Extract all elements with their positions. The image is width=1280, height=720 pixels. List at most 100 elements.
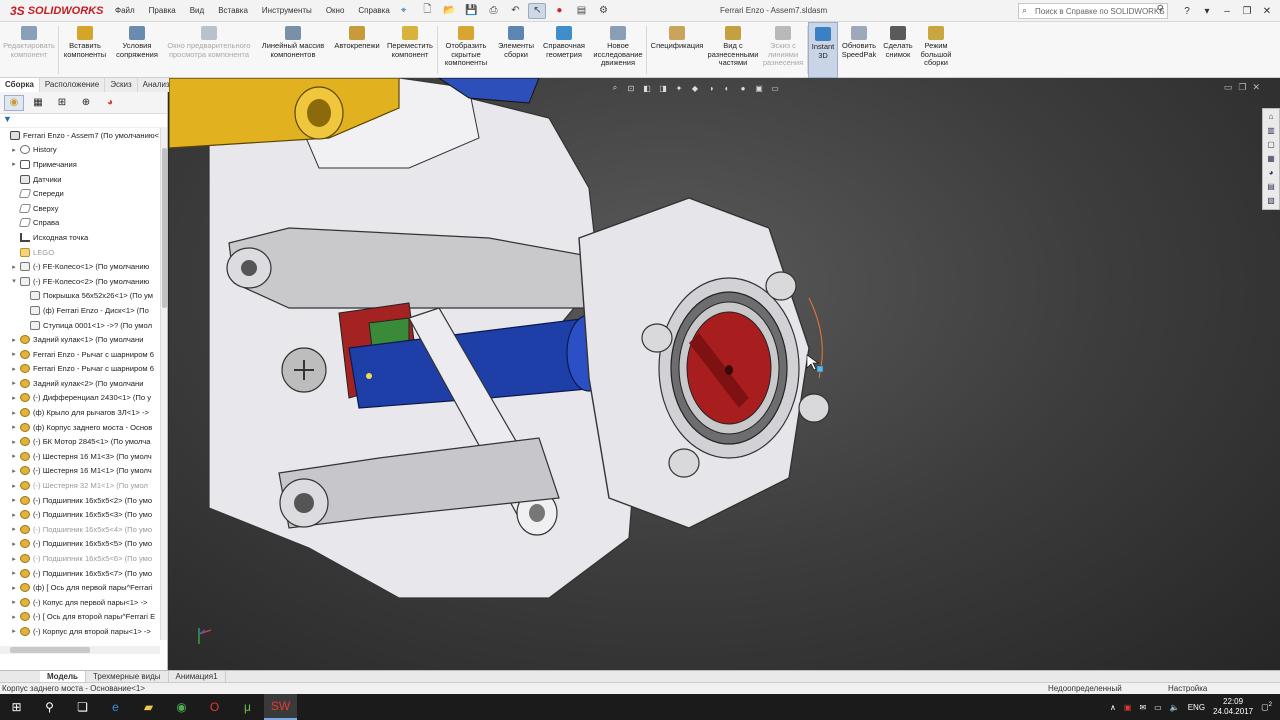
expand-toggle-icon[interactable]: ▸ bbox=[10, 482, 18, 490]
tree-item[interactable]: Покрышка 56x52x26<1> (По ум bbox=[0, 289, 167, 304]
undo-icon[interactable]: ↶ bbox=[506, 3, 524, 19]
zoom-to-fit-icon[interactable]: ⌕ bbox=[609, 82, 621, 94]
ribbon-button-11[interactable]: Спецификация bbox=[647, 22, 707, 78]
expand-toggle-icon[interactable]: ▸ bbox=[10, 423, 18, 431]
chrome-icon[interactable]: ◉ bbox=[165, 694, 198, 720]
ribbon-button-0[interactable]: Редактировать компонент bbox=[0, 22, 58, 78]
tree-item[interactable]: ▸ (-) Копус для первой пары<1> -> bbox=[0, 595, 167, 610]
expand-toggle-icon[interactable]: ▸ bbox=[10, 365, 18, 373]
expand-toggle-icon[interactable]: ▸ bbox=[10, 584, 18, 592]
solidworks-taskbar-icon[interactable]: SW bbox=[264, 694, 297, 720]
menu-item-3[interactable]: Вставка bbox=[211, 0, 255, 22]
hide-show-items-icon[interactable]: ◐ bbox=[721, 82, 733, 94]
tray-mail-icon[interactable]: ✉ bbox=[1139, 703, 1146, 712]
ribbon-button-10[interactable]: Новое исследование движения bbox=[590, 22, 646, 78]
utorrent-icon[interactable]: μ bbox=[231, 694, 264, 720]
tree-item[interactable]: ▸ (-) Подшипник 16x5x5<7> (По умо bbox=[0, 566, 167, 581]
expand-toggle-icon[interactable]: ▸ bbox=[10, 263, 18, 271]
clock[interactable]: 22:09 24.04.2017 bbox=[1213, 697, 1253, 717]
ribbon-button-5[interactable]: Автокрепежи bbox=[331, 22, 383, 78]
view-palette-icon[interactable]: ▦ bbox=[1265, 153, 1277, 165]
edit-appearance-icon[interactable]: ● bbox=[737, 82, 749, 94]
viewport-minimize-icon[interactable]: ▭ bbox=[1224, 82, 1233, 93]
help-search-input[interactable]: ⌕ Поиск в Справке по SOLIDWORKS ⚲ bbox=[1018, 3, 1168, 19]
assembly-model[interactable] bbox=[169, 78, 1280, 670]
tree-item[interactable]: ▸ (-) Корпус для второй пары<1> -> bbox=[0, 624, 167, 639]
design-library-icon[interactable]: ▥ bbox=[1265, 125, 1277, 137]
opera-icon[interactable]: O bbox=[198, 694, 231, 720]
rebuild-icon[interactable]: ● bbox=[550, 3, 568, 19]
ribbon-button-4[interactable]: Линейный массив компонентов bbox=[255, 22, 331, 78]
tree-item[interactable]: ▸ (ф) Корпус заднего моста - Основ bbox=[0, 420, 167, 435]
tree-item[interactable]: ▸ (-) Подшипник 16x5x5<2> (По умо bbox=[0, 493, 167, 508]
expand-toggle-icon[interactable]: ▸ bbox=[10, 146, 18, 154]
expand-toggle-icon[interactable]: ▸ bbox=[10, 394, 18, 402]
tree-filter[interactable]: ▼ bbox=[0, 114, 167, 128]
expand-toggle-icon[interactable]: ▸ bbox=[10, 467, 18, 475]
ribbon-button-14[interactable]: Instant 3D bbox=[808, 22, 838, 78]
forum-icon[interactable]: ▧ bbox=[1265, 195, 1277, 207]
tree-item[interactable]: ▸ (-) Шестерня 16 М1<3> (По умолч bbox=[0, 449, 167, 464]
search-icon[interactable]: ⚲ bbox=[1157, 4, 1164, 15]
tree-item[interactable]: ▸ Задний кулак<1> (По умолчани bbox=[0, 332, 167, 347]
expand-toggle-icon[interactable]: ▸ bbox=[10, 511, 18, 519]
tray-app-icon[interactable]: ▣ bbox=[1124, 703, 1132, 712]
input-language[interactable]: ENG bbox=[1188, 703, 1205, 712]
zoom-area-icon[interactable]: ⊡ bbox=[625, 82, 637, 94]
tree-item[interactable]: ▸ (-) Подшипник 16x5x5<4> (По умо bbox=[0, 522, 167, 537]
tree-item[interactable]: LEGO bbox=[0, 245, 167, 260]
expand-toggle-icon[interactable]: ▸ bbox=[10, 409, 18, 417]
tree-item[interactable]: ▾ (-) FE-Колесо<2> (По умолчанию bbox=[0, 274, 167, 289]
tree-horizontal-scrollbar[interactable] bbox=[0, 646, 160, 654]
status-settings[interactable]: Настройка bbox=[1168, 683, 1207, 694]
notification-center-icon[interactable]: ▢2 bbox=[1261, 702, 1272, 712]
tree-item[interactable]: ▸ Задний кулак<2> (По умолчани bbox=[0, 376, 167, 391]
ribbon-button-3[interactable]: Окно предварительного просмотра компонен… bbox=[163, 22, 255, 78]
solidworks-logo[interactable]: 3S SOLIDWORKS bbox=[0, 0, 108, 22]
tree-item[interactable]: ▸ History bbox=[0, 143, 167, 158]
dimxpert-tab-icon[interactable]: ⊕ bbox=[76, 95, 96, 111]
ribbon-button-15[interactable]: Обновить SpeedPak bbox=[838, 22, 880, 78]
cm-tab-2[interactable]: Эскиз bbox=[105, 78, 138, 92]
cm-tab-0[interactable]: Сборка bbox=[0, 78, 40, 92]
task-view-icon[interactable]: ❏ bbox=[66, 694, 99, 720]
help-icon[interactable]: ? bbox=[1180, 6, 1194, 17]
tree-item[interactable]: ▸ (ф) Крыло для рычагов ЗЛ<1> -> bbox=[0, 405, 167, 420]
viewport-restore-icon[interactable]: ❐ bbox=[1238, 82, 1246, 93]
tree-item[interactable]: ▸ (-) Дифференциал 2430<1> (По у bbox=[0, 391, 167, 406]
section-view-icon[interactable]: ◨ bbox=[657, 82, 669, 94]
feature-tree-tab-icon[interactable]: ◉ bbox=[4, 94, 24, 111]
print-icon[interactable]: ⎙ bbox=[484, 3, 502, 19]
tree-item[interactable]: ▸ Примечания bbox=[0, 157, 167, 172]
ribbon-button-1[interactable]: Вставить компоненты bbox=[59, 22, 111, 78]
viewport-close-icon[interactable]: ✕ bbox=[1252, 82, 1260, 93]
expand-toggle-icon[interactable]: ▸ bbox=[10, 438, 18, 446]
tree-item[interactable]: ▸ (-) Подшипник 16x5x5<5> (По умо bbox=[0, 537, 167, 552]
options-gear-icon[interactable]: ⚙ bbox=[594, 3, 612, 19]
expand-toggle-icon[interactable]: ▸ bbox=[10, 160, 18, 168]
tree-item[interactable]: Исходная точка bbox=[0, 230, 167, 245]
tree-item[interactable]: ▸ Ferrari Enzo - Рычаг с шарниром 6 bbox=[0, 347, 167, 362]
search-icon[interactable]: ⚲ bbox=[33, 694, 66, 720]
menu-item-5[interactable]: Окно bbox=[319, 0, 352, 22]
expand-toggle-icon[interactable]: ▸ bbox=[10, 555, 18, 563]
view-settings-icon[interactable]: ▭ bbox=[769, 82, 781, 94]
volume-icon[interactable]: 🔈 bbox=[1170, 703, 1180, 712]
tree-item[interactable]: Ferrari Enzo - Assem7 (По умолчанию< bbox=[0, 128, 167, 143]
new-document-icon[interactable]: 🗋 bbox=[418, 3, 436, 19]
display-style-icon[interactable]: ◑ bbox=[705, 82, 717, 94]
tray-chevron-icon[interactable]: ∧ bbox=[1110, 703, 1116, 712]
menu-item-6[interactable]: Справка bbox=[351, 0, 396, 22]
network-icon[interactable]: ▭ bbox=[1154, 703, 1162, 712]
expand-toggle-icon[interactable]: ▸ bbox=[10, 379, 18, 387]
bottom-tab-0[interactable]: Модель bbox=[40, 671, 86, 682]
ribbon-button-13[interactable]: Эскиз с линиями разнесения bbox=[759, 22, 807, 78]
expand-toggle-icon[interactable]: ▸ bbox=[10, 627, 18, 635]
expand-toggle-icon[interactable]: ▾ bbox=[10, 277, 18, 285]
select-icon[interactable]: ↖ bbox=[528, 2, 547, 19]
resources-home-icon[interactable]: ⌂ bbox=[1265, 111, 1277, 123]
expand-toggle-icon[interactable]: ▸ bbox=[10, 336, 18, 344]
file-properties-icon[interactable]: ▤ bbox=[572, 3, 590, 19]
configuration-manager-tab-icon[interactable]: ⊞ bbox=[52, 95, 72, 111]
menu-item-2[interactable]: Вид bbox=[183, 0, 211, 22]
